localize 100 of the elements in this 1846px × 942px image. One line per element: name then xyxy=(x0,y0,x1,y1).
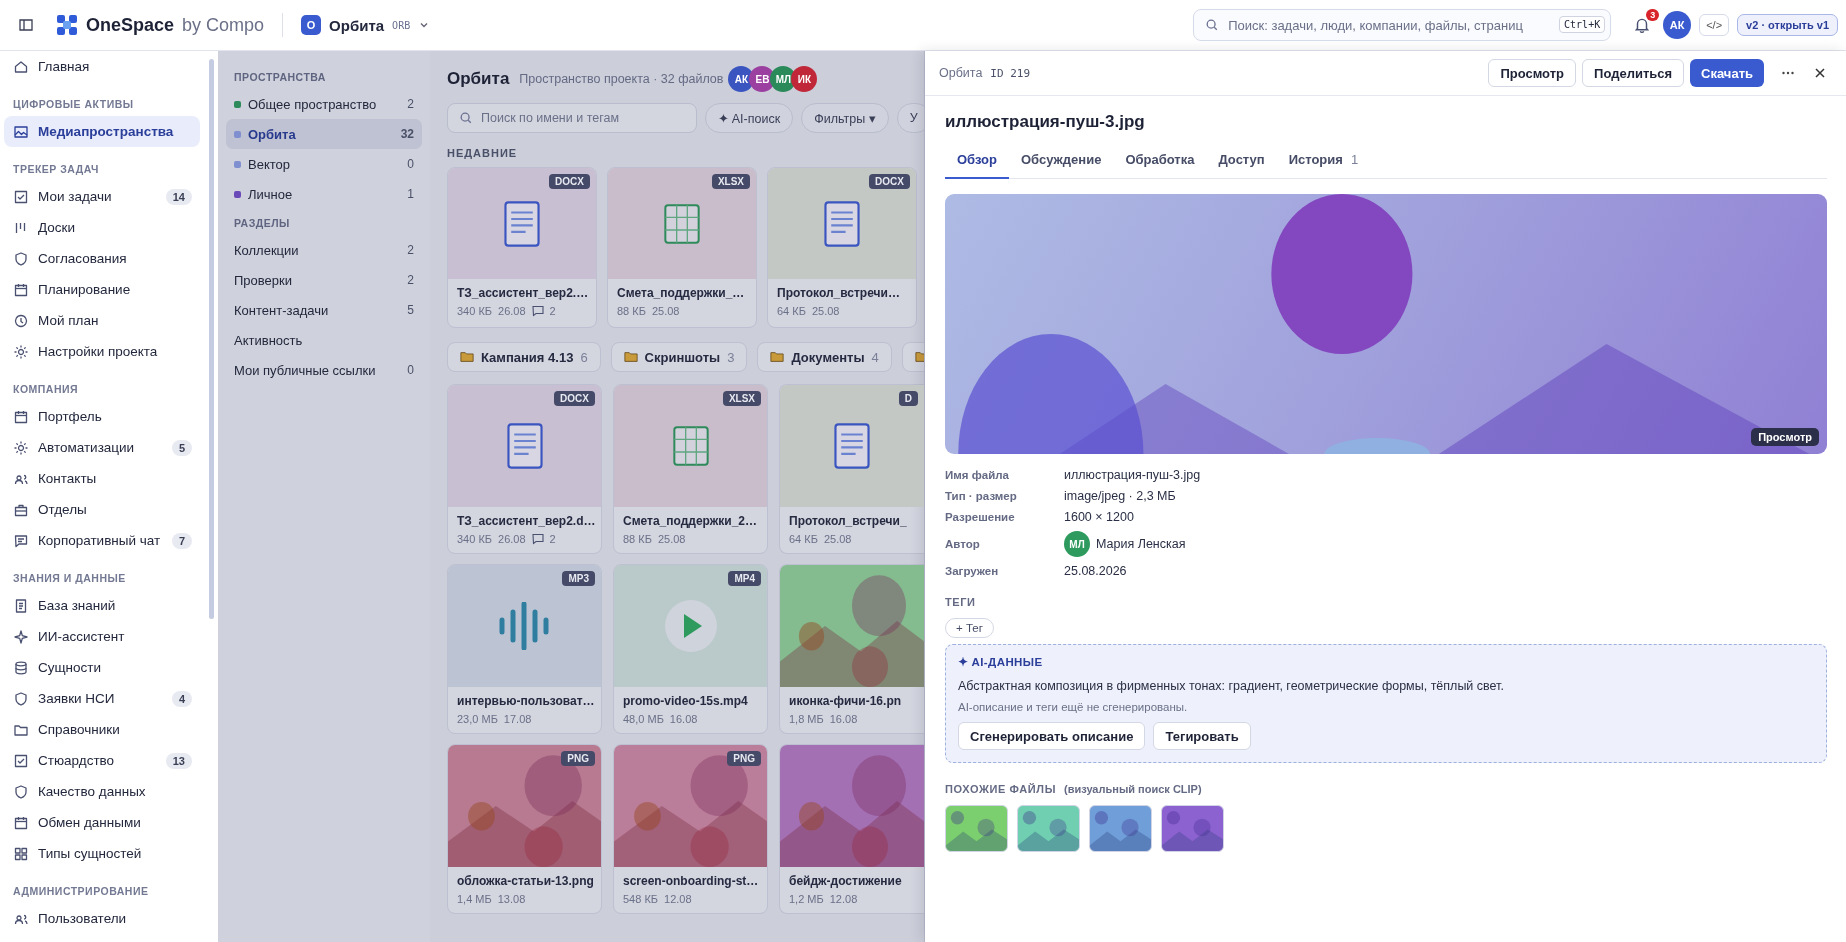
file-card[interactable]: иконка-фичи-16.pn 1,8 МБ 16.08 xyxy=(779,564,924,734)
file-card[interactable]: PNG screen-onboarding-st… 548 КБ 12.08 xyxy=(613,744,768,914)
file-card[interactable]: D Протокол_встречи_ 64 КБ 25.08 xyxy=(779,384,924,554)
filter-chip[interactable]: ✦ AI-поиск xyxy=(705,103,794,133)
scrollbar[interactable] xyxy=(209,59,214,619)
count-badge: 5 xyxy=(171,439,192,456)
folder-icon xyxy=(770,350,785,364)
file-card[interactable]: PNG обложка-статьи-13.png 1,4 МБ 13.08 xyxy=(447,744,602,914)
file-date: 16.08 xyxy=(669,713,698,725)
similar-file-thumbnail[interactable] xyxy=(1017,805,1080,852)
file-date: 12.08 xyxy=(829,893,858,905)
tab[interactable]: Обработка xyxy=(1113,146,1207,179)
count-badge: 4 xyxy=(171,690,192,707)
sidebar-item[interactable]: Настройки проекта xyxy=(4,336,200,367)
space-item[interactable]: Коллекции 2 xyxy=(226,235,422,265)
search-icon xyxy=(1205,18,1220,32)
file-name: Протокол_встречи_ xyxy=(789,514,908,529)
file-card[interactable]: DOCX ТЗ_ассистент_вер2.… 340 КБ 26.08 2 xyxy=(447,167,597,328)
space-item[interactable]: Контент-задачи 5 xyxy=(226,295,422,325)
similar-file-thumbnail[interactable] xyxy=(1089,805,1152,852)
ai-action-button[interactable]: Тегировать xyxy=(1153,722,1251,750)
tab[interactable]: Обсуждение xyxy=(1009,146,1114,179)
document-icon xyxy=(13,597,29,614)
folder-chip[interactable]: Скриншоты 3 xyxy=(610,342,748,372)
sidebar-item[interactable]: Справочники xyxy=(4,714,200,745)
file-card[interactable]: DOCX ТЗ_ассистент_вер2.d… 340 КБ 26.08 2 xyxy=(447,384,602,554)
sidebar-item[interactable]: Качество данных xyxy=(4,776,200,807)
file-size: 548 КБ xyxy=(623,893,659,905)
tab[interactable]: История 1 xyxy=(1276,146,1371,179)
user-avatar[interactable]: АК xyxy=(1663,11,1692,39)
file-card[interactable]: MP3 интервью-пользоват… 23,0 МБ 17.08 xyxy=(447,564,602,734)
sidebar-item[interactable]: Обмен данными xyxy=(4,807,200,838)
tab[interactable]: Обзор xyxy=(945,146,1009,179)
grid-icon xyxy=(13,845,29,862)
comment-count: 2 xyxy=(549,533,556,545)
file-card[interactable]: бейдж-достижение 1,2 МБ 12.08 xyxy=(779,744,924,914)
file-name: ТЗ_ассистент_вер2.d… xyxy=(457,514,592,529)
folder-chip[interactable]: Документы 4 xyxy=(757,342,892,372)
field-label: Автор xyxy=(945,538,981,550)
space-item[interactable]: Вектор 0 xyxy=(226,149,422,179)
similar-file-thumbnail[interactable] xyxy=(945,805,1008,852)
sidebar-toggle-icon[interactable] xyxy=(18,17,34,33)
preview-badge[interactable]: Просмотр xyxy=(1751,428,1819,446)
document-icon xyxy=(834,423,870,469)
section-heading: ЗНАНИЯ И ДАННЫЕ xyxy=(12,571,127,586)
file-date: 26.08 xyxy=(498,305,526,317)
sidebar-item[interactable]: Мои задачи 14 xyxy=(4,181,200,212)
ai-panel-title: ✦ AI-ДАННЫЕ xyxy=(958,655,1044,669)
space-item[interactable]: Мои публичные ссылки 0 xyxy=(226,355,422,385)
sidebar-item[interactable]: Автоматизации 5 xyxy=(4,432,200,463)
sidebar-item[interactable]: Сущности xyxy=(4,652,200,683)
sidebar-item[interactable]: Отделы xyxy=(4,494,200,525)
space-item[interactable]: Общее пространство 2 xyxy=(226,89,422,119)
sidebar-item[interactable]: Портфель xyxy=(4,401,200,432)
file-type-badge: DOCX xyxy=(549,174,590,189)
field-value: image/jpeg · 2,3 МБ xyxy=(1064,489,1177,503)
member-avatar[interactable]: ИК xyxy=(791,66,818,92)
folder-icon xyxy=(623,350,638,364)
ai-action-button[interactable]: Сгенерировать описание xyxy=(958,722,1146,750)
sidebar-item[interactable]: Типы сущностей xyxy=(4,838,200,869)
action-button[interactable]: Поделиться xyxy=(1582,59,1685,87)
code-button[interactable]: </> xyxy=(1699,14,1730,36)
workspace-switcher[interactable]: Орбита xyxy=(329,16,385,34)
version-button[interactable]: v2 · открыть v1 xyxy=(1737,14,1838,36)
section-heading: ПРОСТРАНСТВА xyxy=(233,70,327,85)
folder-icon xyxy=(460,350,474,364)
file-date: 13.08 xyxy=(497,893,526,905)
sidebar-item[interactable]: База знаний xyxy=(4,590,200,621)
space-item[interactable]: Орбита 32 xyxy=(226,119,422,149)
sidebar-item[interactable]: Пользователи xyxy=(4,903,200,934)
file-card[interactable]: MP4 promo-video-15s.mp4 48,0 МБ 16.08 xyxy=(613,564,768,734)
sidebar-item[interactable]: Заявки НСИ 4 xyxy=(4,683,200,714)
ai-hint: AI-описание и теги ещё не сгенерированы. xyxy=(958,701,1189,713)
sidebar-item[interactable]: ИИ-ассистент xyxy=(4,621,200,652)
sidebar-item[interactable]: Согласования xyxy=(4,243,200,274)
folder-chip[interactable]: Кампания 4.13 6 xyxy=(447,342,601,372)
sidebar-item[interactable]: Корпоративный чат 7 xyxy=(4,525,200,556)
sidebar-item[interactable]: Контакты xyxy=(4,463,200,494)
action-button[interactable]: Просмотр xyxy=(1488,59,1577,87)
action-button[interactable]: Скачать xyxy=(1690,59,1764,87)
section-heading: ЦИФРОВЫЕ АКТИВЫ xyxy=(12,97,135,112)
file-card[interactable]: DOCX Протокол_встречи… 64 КБ 25.08 xyxy=(767,167,917,328)
similar-file-thumbnail[interactable] xyxy=(1161,805,1224,852)
search-field[interactable]: Поиск по имени и тегам xyxy=(447,103,697,133)
sidebar-item[interactable]: Медиапространства xyxy=(4,116,200,147)
file-size: 1,2 МБ xyxy=(789,893,824,905)
file-card[interactable]: XLSX Смета_поддержки_… 88 КБ 25.08 xyxy=(607,167,757,328)
sidebar-item[interactable]: Планирование xyxy=(4,274,200,305)
space-item[interactable]: Проверки 2 xyxy=(226,265,422,295)
filter-chip[interactable]: Фильтры ▾ xyxy=(801,103,889,133)
file-card[interactable]: XLSX Смета_поддержки_2… 88 КБ 25.08 xyxy=(613,384,768,554)
file-size: 340 КБ xyxy=(457,305,493,317)
sidebar-item[interactable]: Главная xyxy=(4,51,200,82)
tab[interactable]: Доступ xyxy=(1206,146,1277,179)
sidebar-item[interactable]: Стюардство 13 xyxy=(4,745,200,776)
sidebar-item[interactable]: Мой план xyxy=(4,305,200,336)
space-item[interactable]: Личное 1 xyxy=(226,179,422,209)
sidebar-item[interactable]: Доски xyxy=(4,212,200,243)
space-item[interactable]: Активность xyxy=(226,325,422,355)
filter-chip[interactable]: У xyxy=(896,103,924,133)
